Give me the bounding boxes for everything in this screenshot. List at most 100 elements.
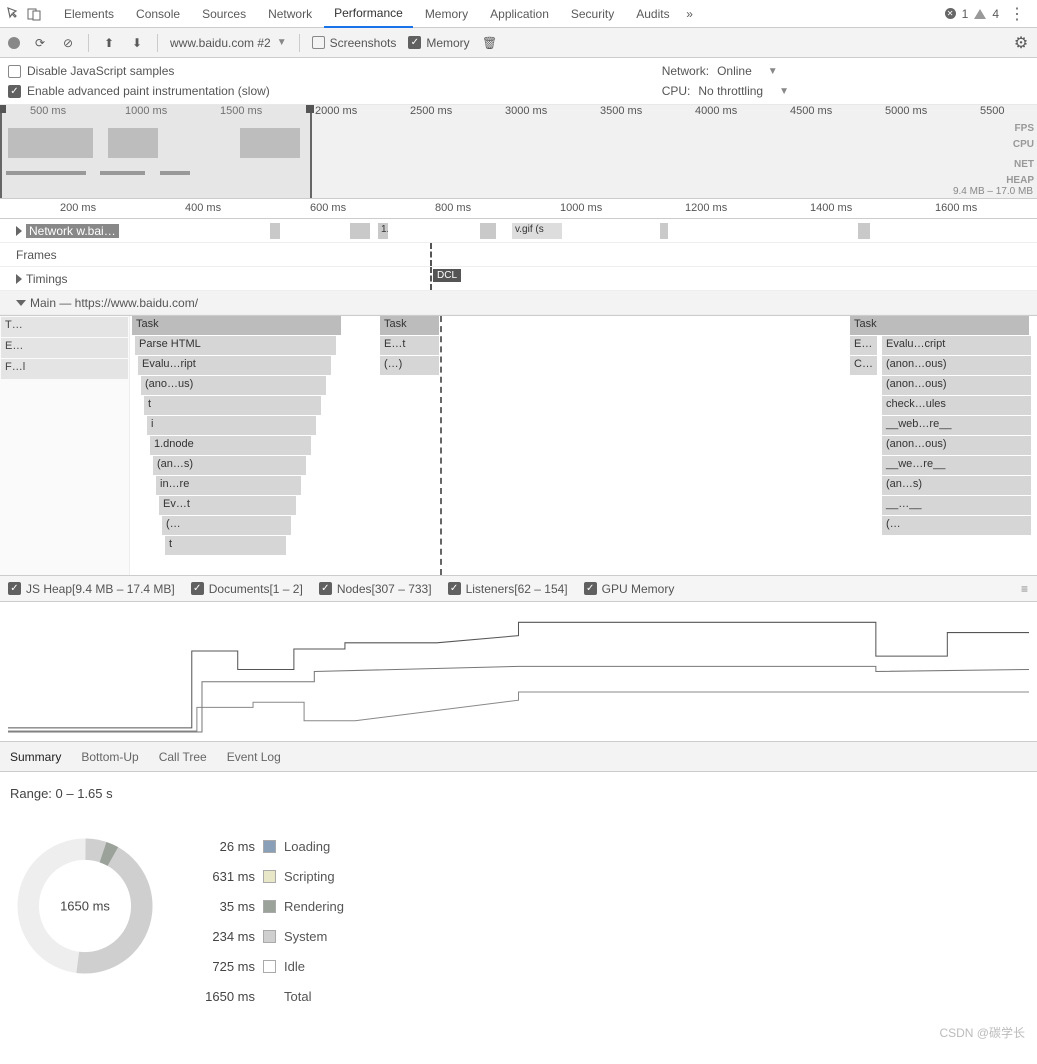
- perf-toolbar: ⟳ ⊘ ⬆ ⬇ www.baidu.com #2 ▼ Screenshots ✓…: [0, 28, 1037, 58]
- flame-block[interactable]: (…: [882, 516, 1032, 535]
- status-counts[interactable]: ✕1 4: [945, 7, 999, 21]
- memory-series-toggle[interactable]: ✓Documents[1 – 2]: [191, 582, 303, 596]
- kebab-menu-icon[interactable]: ⋮: [1003, 4, 1031, 24]
- timings-track[interactable]: Timings DCL: [0, 267, 1037, 291]
- tab-security[interactable]: Security: [561, 1, 624, 27]
- flame-block[interactable]: 1.dnode: [150, 436, 312, 455]
- memory-series-label: Nodes[307 – 733]: [337, 582, 432, 596]
- tab-call-tree[interactable]: Call Tree: [159, 750, 207, 764]
- disable-js-checkbox[interactable]: Disable JavaScript samples: [8, 64, 270, 78]
- flame-block[interactable]: check…ules: [882, 396, 1032, 415]
- tab-event-log[interactable]: Event Log: [227, 750, 281, 764]
- ruler-tick: 1200 ms: [685, 202, 727, 214]
- record-button[interactable]: [8, 37, 20, 49]
- cpu-throttle-select[interactable]: CPU: No throttling ▼: [662, 84, 789, 98]
- flame-block[interactable]: (anon…ous): [882, 436, 1032, 455]
- flame-block[interactable]: E…: [850, 336, 878, 355]
- net-activity: [160, 171, 190, 175]
- flame-block[interactable]: (anon…ous): [882, 356, 1032, 375]
- flame-block[interactable]: Task: [850, 316, 1030, 335]
- flame-block[interactable]: t: [144, 396, 322, 415]
- checkbox-icon: ✓: [448, 582, 461, 595]
- recording-selector[interactable]: www.baidu.com #2 ▼: [170, 36, 287, 50]
- net-request[interactable]: [350, 223, 370, 239]
- flame-block[interactable]: C…: [850, 356, 878, 375]
- flame-block[interactable]: Parse HTML: [135, 336, 337, 355]
- more-tabs-icon[interactable]: »: [682, 6, 698, 22]
- flame-block[interactable]: Evalu…ript: [138, 356, 332, 375]
- flame-block[interactable]: __…__: [882, 496, 1032, 515]
- ruler-tick: 600 ms: [310, 202, 346, 214]
- flame-block[interactable]: i: [147, 416, 317, 435]
- flame-chart[interactable]: T…E…F…l TaskParse HTMLEvalu…ript(ano…us)…: [0, 316, 1037, 576]
- net-request[interactable]: [270, 223, 280, 239]
- net-request[interactable]: [660, 223, 668, 239]
- memory-graph[interactable]: [0, 602, 1037, 742]
- flame-block[interactable]: (an…s): [153, 456, 307, 475]
- separator: [157, 34, 158, 52]
- screenshots-checkbox[interactable]: Screenshots: [312, 36, 397, 50]
- checkbox-icon: ✓: [319, 582, 332, 595]
- memory-series-toggle[interactable]: ✓Listeners[62 – 154]: [448, 582, 568, 596]
- memory-series-toggle[interactable]: ✓ Nodes[307 – 733]: [319, 582, 432, 596]
- download-icon[interactable]: ⬇: [129, 35, 145, 51]
- reload-icon[interactable]: ⟳: [32, 35, 48, 51]
- flame-block[interactable]: Evalu…cript: [882, 336, 1032, 355]
- flame-block[interactable]: Task: [380, 316, 440, 335]
- adv-paint-checkbox[interactable]: ✓ Enable advanced paint instrumentation …: [8, 84, 270, 98]
- network-track[interactable]: Network w.bai… 1. v.gif (s: [0, 219, 1037, 243]
- tab-application[interactable]: Application: [480, 1, 559, 27]
- flame-block[interactable]: (an…s): [882, 476, 1032, 495]
- memory-label: Memory: [426, 36, 469, 50]
- expand-icon[interactable]: [16, 226, 22, 236]
- flame-block[interactable]: (ano…us): [141, 376, 327, 395]
- flame-block[interactable]: in…re: [156, 476, 302, 495]
- tab-performance[interactable]: Performance: [324, 0, 413, 28]
- tab-audits[interactable]: Audits: [626, 1, 679, 27]
- flame-block[interactable]: __we…re__: [882, 456, 1032, 475]
- flame-block[interactable]: E…t: [380, 336, 440, 355]
- frames-track[interactable]: Frames: [0, 243, 1037, 267]
- main-track-header[interactable]: Main — https://www.baidu.com/: [0, 291, 1037, 315]
- upload-icon[interactable]: ⬆: [101, 35, 117, 51]
- memory-checkbox[interactable]: ✓ Memory: [408, 36, 469, 50]
- detail-ruler[interactable]: 200 ms400 ms600 ms800 ms1000 ms1200 ms14…: [0, 199, 1037, 219]
- net-request[interactable]: [480, 223, 496, 239]
- network-throttle-select[interactable]: Network: Online ▼: [662, 64, 789, 78]
- network-value: Online: [717, 64, 752, 78]
- memory-series-toggle[interactable]: ✓GPU Memory: [584, 582, 675, 596]
- tab-bottom-up[interactable]: Bottom-Up: [81, 750, 138, 764]
- summary-donut: 1650 ms: [10, 831, 160, 981]
- tab-sources[interactable]: Sources: [192, 1, 256, 27]
- trash-icon[interactable]: 🗑: [482, 35, 498, 51]
- flame-block[interactable]: (…): [380, 356, 440, 375]
- collapse-icon[interactable]: [16, 300, 26, 306]
- selection-handle-right[interactable]: [306, 105, 314, 113]
- timeline-overview[interactable]: 500 ms1000 ms1500 ms2000 ms2500 ms3000 m…: [0, 105, 1037, 199]
- expand-icon[interactable]: [16, 274, 22, 284]
- flame-block[interactable]: (anon…ous): [882, 376, 1032, 395]
- tab-console[interactable]: Console: [126, 1, 190, 27]
- flame-block[interactable]: __web…re__: [882, 416, 1032, 435]
- selection-handle-left[interactable]: [0, 105, 6, 113]
- flame-block[interactable]: Task: [132, 316, 342, 335]
- menu-icon[interactable]: ≡: [1021, 582, 1029, 596]
- flame-block[interactable]: (…: [162, 516, 292, 535]
- flame-main[interactable]: TaskParse HTMLEvalu…ript(ano…us)ti1.dnod…: [130, 316, 1037, 575]
- net-request[interactable]: v.gif (s: [512, 223, 562, 239]
- inspect-icon[interactable]: [6, 6, 22, 22]
- legend-label: Loading: [284, 839, 330, 854]
- tab-network[interactable]: Network: [258, 1, 322, 27]
- tab-summary[interactable]: Summary: [10, 750, 61, 764]
- clear-icon[interactable]: ⊘: [60, 35, 76, 51]
- net-request[interactable]: [858, 223, 870, 239]
- flame-block[interactable]: Ev…t: [159, 496, 297, 515]
- memory-series-toggle[interactable]: ✓JS Heap[9.4 MB – 17.4 MB]: [8, 582, 175, 596]
- net-request[interactable]: 1.: [378, 223, 388, 239]
- tab-elements[interactable]: Elements: [54, 1, 124, 27]
- gear-icon[interactable]: ⚙: [1013, 35, 1029, 51]
- flame-block[interactable]: t: [165, 536, 287, 555]
- device-icon[interactable]: [26, 6, 42, 22]
- tab-memory[interactable]: Memory: [415, 1, 478, 27]
- net-activity: [6, 171, 86, 175]
